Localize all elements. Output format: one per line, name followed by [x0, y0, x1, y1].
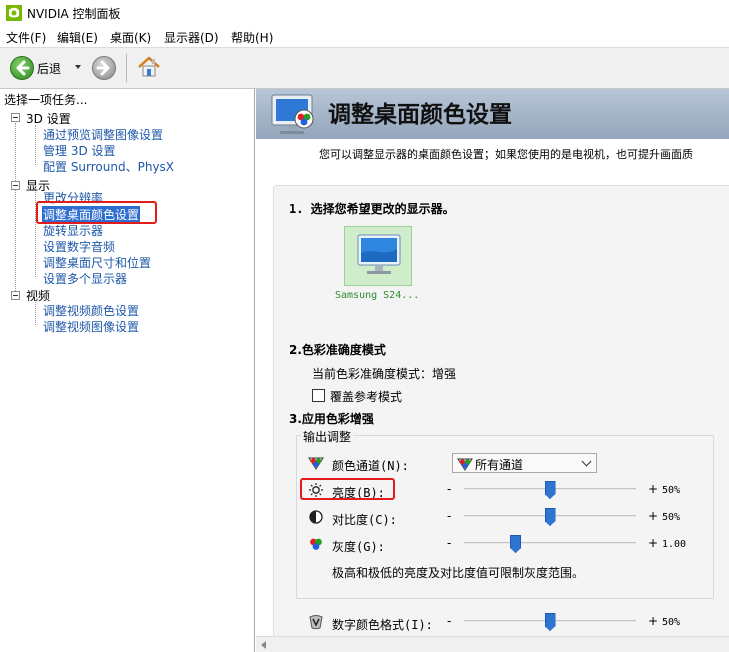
selection-highlight-box: [36, 201, 157, 224]
toolbar: 后退: [0, 47, 729, 89]
tree-connector: [35, 125, 36, 165]
tree-item-preview-image-settings[interactable]: 通过预览调整图像设置: [43, 126, 163, 143]
title-bar: NVIDIA 控制面板: [0, 0, 729, 26]
override-reference-mode-label[interactable]: 覆盖参考模式: [330, 388, 402, 405]
range-limit-note: 极高和极低的亮度及对比度值可限制灰度范围。: [332, 566, 585, 580]
gamma-minus: -: [447, 536, 452, 550]
color-channel-value: 所有通道: [475, 458, 524, 472]
tree-item-rotate-display[interactable]: 旋转显示器: [43, 222, 103, 239]
monitor-label[interactable]: Samsung S24...: [335, 290, 419, 301]
back-button[interactable]: [10, 56, 34, 80]
collapse-3d-settings-icon[interactable]: [11, 113, 20, 122]
forward-arrow-icon: [96, 60, 110, 76]
tree-category-3d-settings[interactable]: 3D 设置: [26, 110, 71, 127]
tree-item-digital-audio[interactable]: 设置数字音频: [43, 238, 115, 255]
task-tree-panel: 选择一项任务... 3D 设置 通过预览调整图像设置 管理 3D 设置 配置 S…: [0, 89, 255, 652]
brightness-value: 50%: [662, 485, 681, 496]
toolbar-separator: [126, 54, 127, 82]
section-select-display-title: 1. 选择您希望更改的显示器。: [289, 202, 455, 216]
menu-edit[interactable]: 编辑(E): [57, 29, 98, 46]
home-icon[interactable]: [136, 54, 162, 80]
tree-item-video-image[interactable]: 调整视频图像设置: [43, 318, 139, 335]
forward-button[interactable]: [92, 56, 116, 80]
task-tree-heading: 选择一项任务...: [4, 93, 88, 107]
horizontal-scrollbar[interactable]: [256, 636, 729, 652]
tree-item-multiple-displays[interactable]: 设置多个显示器: [43, 270, 127, 287]
tree-item-manage-3d-settings[interactable]: 管理 3D 设置: [43, 142, 116, 159]
gamma-value: 1.00: [662, 539, 687, 550]
tree-connector: [35, 302, 36, 325]
tree-item-video-color[interactable]: 调整视频颜色设置: [43, 302, 139, 319]
contrast-label: 对比度(C):: [332, 513, 397, 527]
menu-file[interactable]: 文件(F): [6, 29, 46, 46]
collapse-video-icon[interactable]: [11, 291, 20, 300]
contrast-minus: -: [447, 509, 452, 523]
tree-item-configure-surround-physx[interactable]: 配置 Surround、PhysX: [43, 158, 174, 175]
gamma-plus: +: [648, 536, 659, 550]
desktop-color-icon: [271, 94, 314, 134]
section-color-enhancement-title: 3.应用色彩增强: [289, 412, 374, 426]
page-description: 您可以调整显示器的桌面颜色设置；如果您使用的是电视机，也可提升画面质: [319, 148, 693, 161]
digital-format-plus: +: [648, 614, 659, 628]
brightness-highlight-box: [300, 478, 395, 500]
menu-desktop[interactable]: 桌面(K): [110, 29, 151, 46]
chevron-down-icon: [581, 456, 592, 467]
collapse-display-icon[interactable]: [11, 181, 20, 190]
digital-format-minus: -: [447, 614, 452, 628]
section-color-accuracy-title: 2.色彩准确度模式: [289, 343, 386, 357]
gamma-slider[interactable]: [464, 542, 636, 545]
monitor-selector[interactable]: [344, 226, 412, 286]
digital-vibrance-icon: [309, 615, 323, 630]
gamma-icon: [310, 538, 322, 550]
all-channels-icon: [457, 458, 473, 471]
color-channel-icon: [308, 457, 324, 470]
page-banner: 调整桌面颜色设置: [256, 89, 729, 139]
output-adjust-label: 输出调整: [301, 428, 354, 445]
window-title: NVIDIA 控制面板: [27, 7, 121, 21]
contrast-icon: [309, 510, 323, 524]
brightness-minus: -: [447, 482, 452, 496]
digital-color-format-label: 数字颜色格式(I):: [332, 618, 433, 632]
color-channel-dropdown[interactable]: 所有通道: [452, 453, 597, 473]
content-panel: 调整桌面颜色设置 您可以调整显示器的桌面颜色设置；如果您使用的是电视机，也可提升…: [256, 89, 729, 652]
tree-item-desktop-size-position[interactable]: 调整桌面尺寸和位置: [43, 254, 151, 271]
menu-help[interactable]: 帮助(H): [231, 29, 273, 46]
tree-connector: [15, 123, 16, 295]
back-history-dropdown-icon[interactable]: [75, 65, 81, 69]
contrast-value: 50%: [662, 512, 681, 523]
override-reference-mode-checkbox[interactable]: [312, 389, 325, 402]
scroll-left-icon[interactable]: [261, 641, 266, 649]
page-title: 调整桌面颜色设置: [328, 102, 512, 128]
menu-bar: 文件(F) 编辑(E) 桌面(K) 显示器(D) 帮助(H): [0, 26, 729, 47]
nvidia-app-icon: [6, 5, 22, 21]
brightness-plus: +: [648, 482, 659, 496]
back-button-label[interactable]: 后退: [37, 60, 61, 77]
gamma-label: 灰度(G):: [332, 540, 385, 554]
menu-display[interactable]: 显示器(D): [164, 29, 219, 46]
digital-color-format-value: 50%: [662, 617, 681, 628]
monitor-icon: [357, 234, 401, 274]
color-channel-label: 颜色通道(N):: [332, 459, 409, 473]
current-color-accuracy-mode: 当前色彩准确度模式：增强: [312, 367, 457, 381]
back-arrow-icon: [16, 60, 30, 76]
contrast-plus: +: [648, 509, 659, 523]
